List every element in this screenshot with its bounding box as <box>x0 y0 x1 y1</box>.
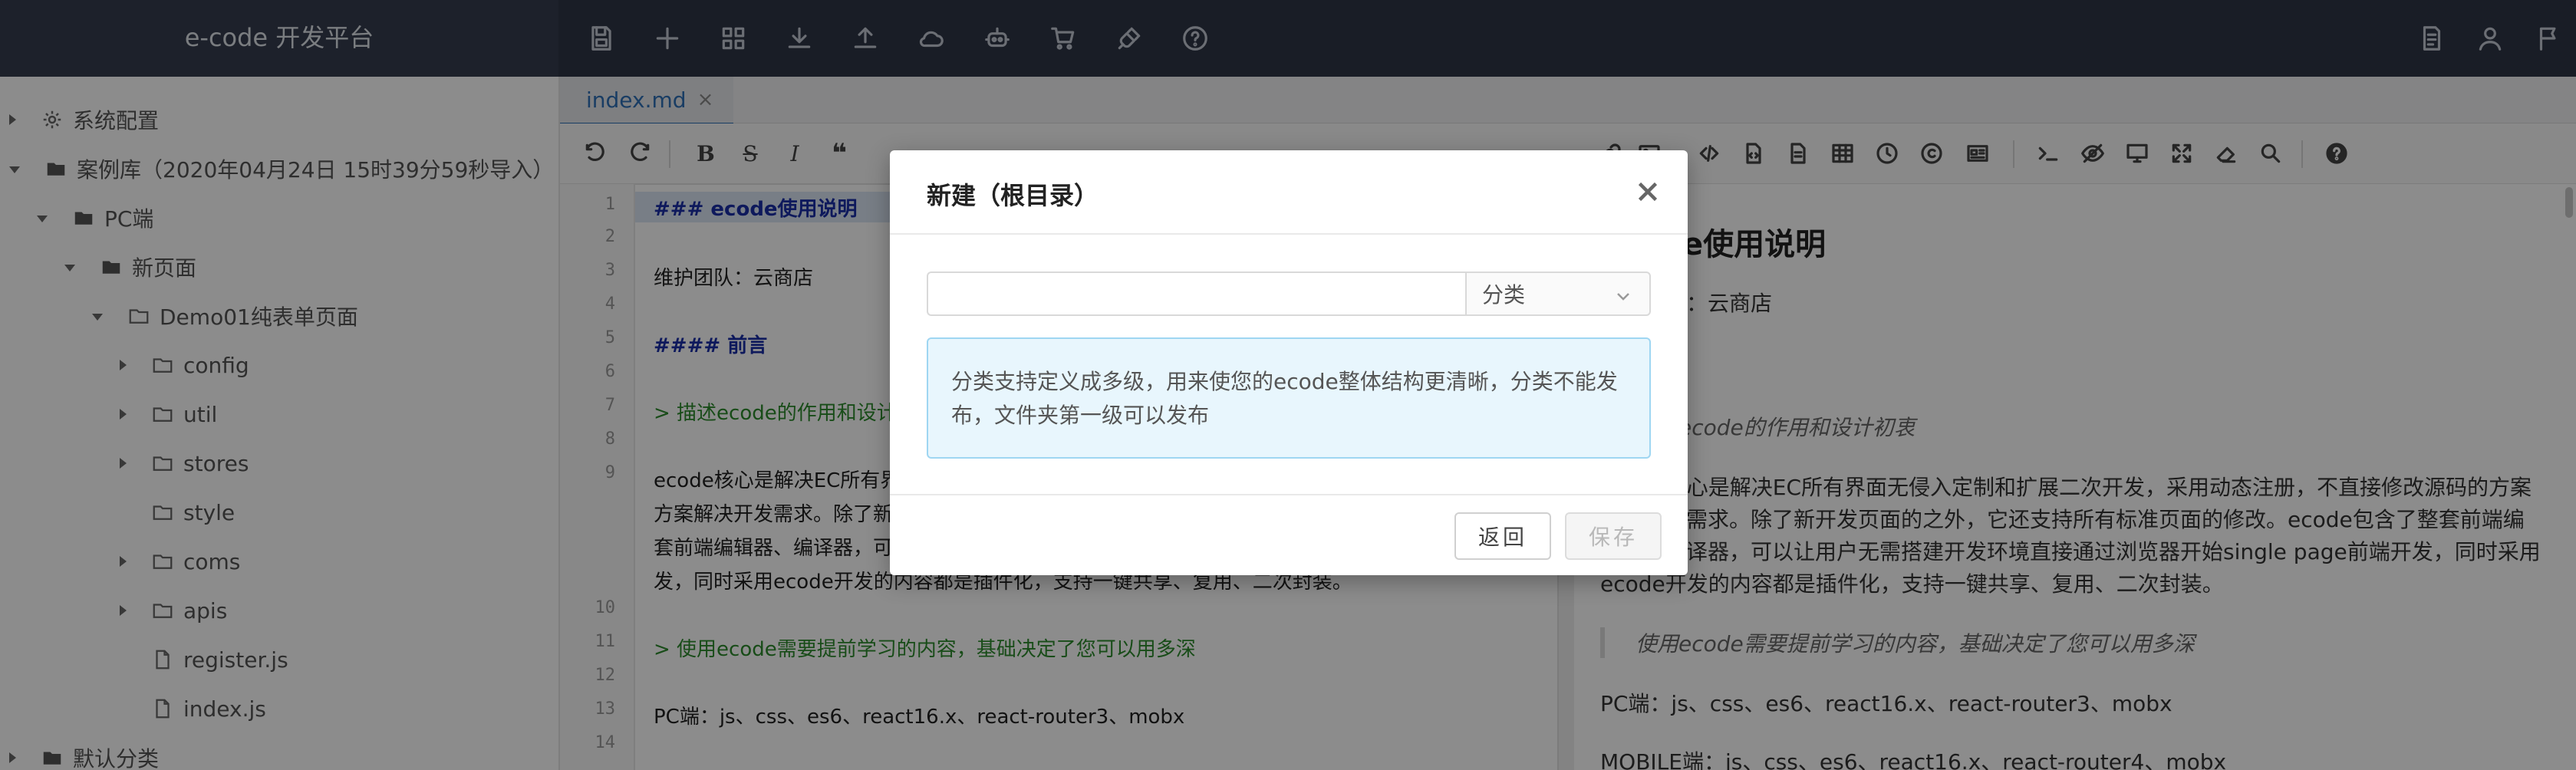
dialog-title: 新建（根目录） <box>927 181 1099 210</box>
type-select[interactable]: 分类 <box>1465 271 1651 316</box>
dialog-footer: 返回 保存 <box>890 494 1688 577</box>
chevron-down-icon <box>1614 285 1632 304</box>
new-item-dialog: 新建（根目录） 分类 分类支持定义成多级，用来使您的ecode整体结构更清晰，分… <box>890 150 1688 575</box>
info-alert: 分类支持定义成多级，用来使您的ecode整体结构更清晰，分类不能发布，文件夹第一… <box>927 337 1651 459</box>
save-button[interactable]: 保存 <box>1565 512 1662 560</box>
name-input[interactable] <box>927 271 1467 316</box>
dialog-header: 新建（根目录） <box>890 150 1688 235</box>
type-select-value: 分类 <box>1482 282 1526 308</box>
back-button[interactable]: 返回 <box>1454 512 1551 560</box>
close-icon[interactable] <box>1634 178 1662 206</box>
